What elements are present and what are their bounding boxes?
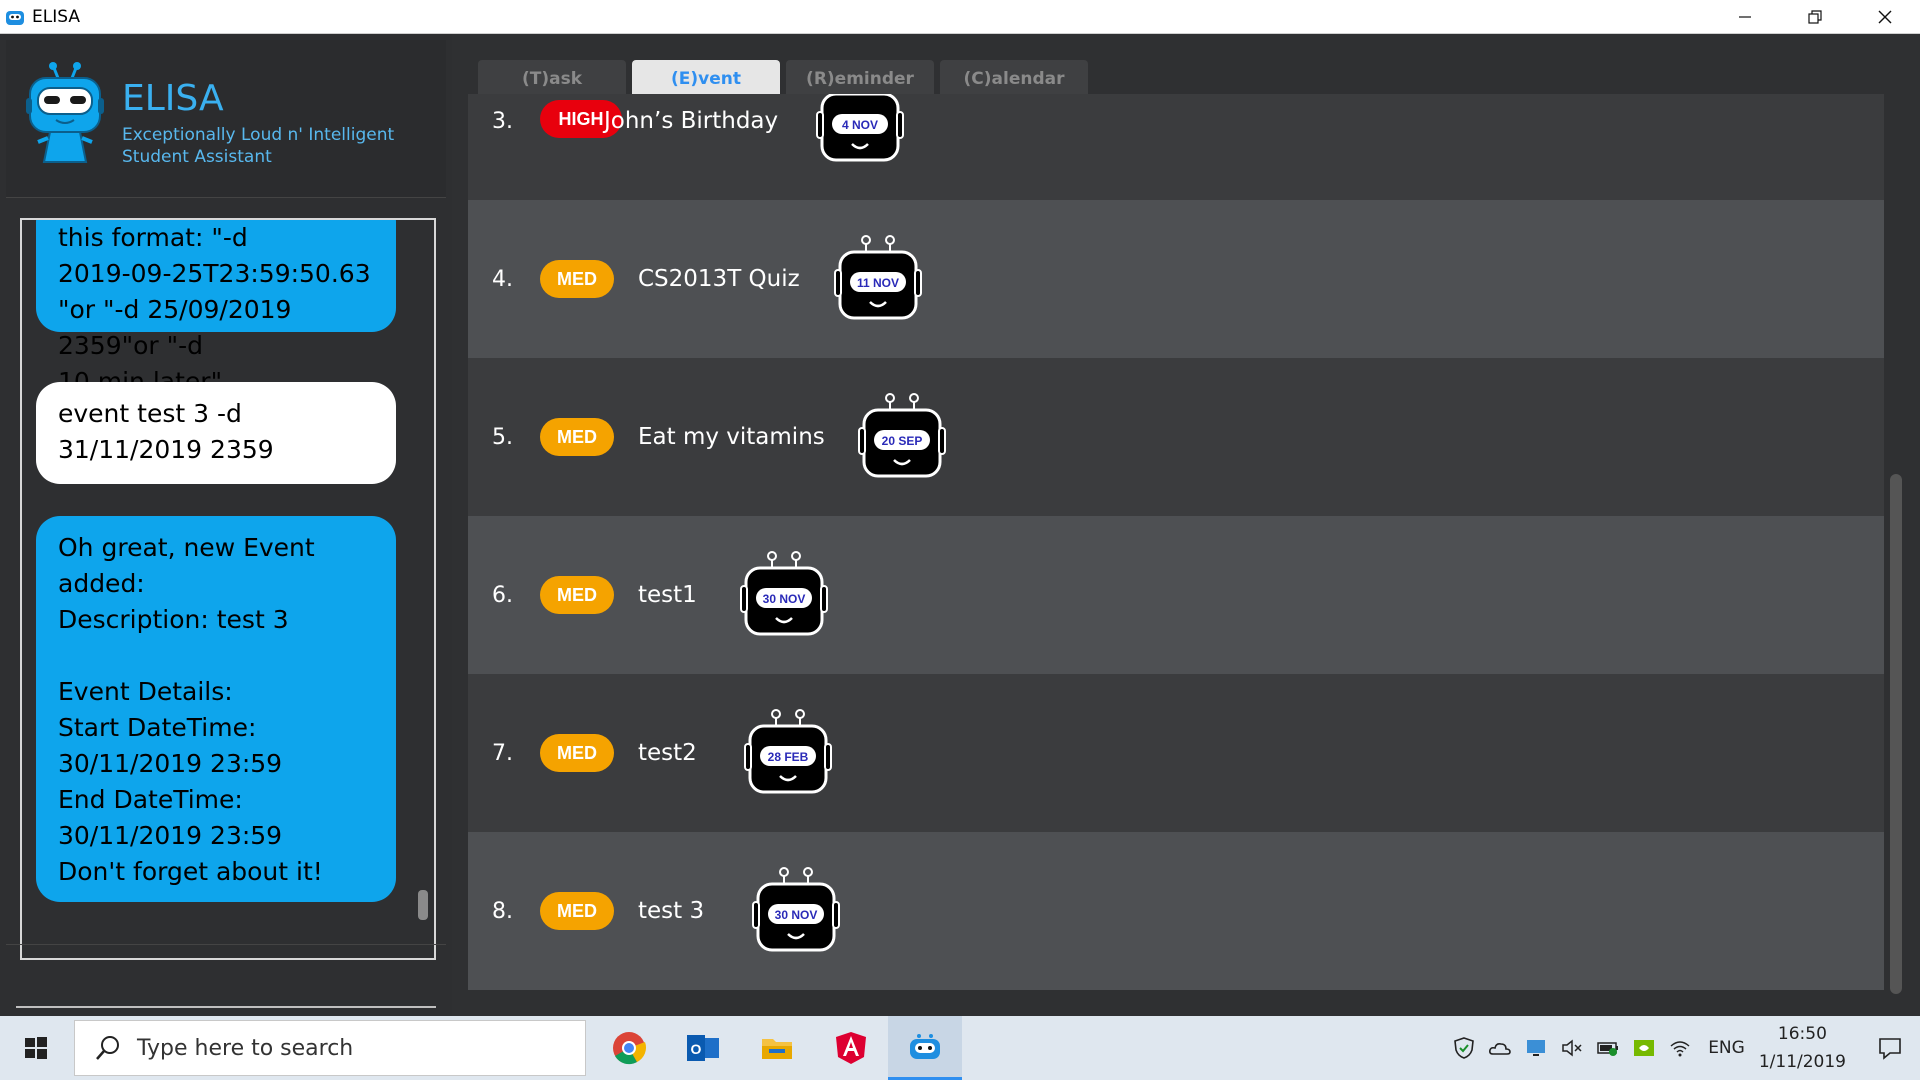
priority-badge: MED: [540, 260, 614, 298]
restore-icon: [1808, 10, 1822, 24]
wifi-icon[interactable]: [1667, 1035, 1693, 1061]
event-date: 11 NOV: [857, 276, 899, 290]
event-index: 7.: [492, 740, 513, 766]
close-icon: [1878, 10, 1892, 24]
minimize-icon: [1739, 16, 1751, 18]
event-index: 5.: [492, 424, 513, 450]
chat-panel[interactable]: this format: "-d 2019-09-25T23:59:50.63 …: [20, 218, 436, 960]
taskbar-app-elisa[interactable]: [888, 1016, 962, 1080]
onedrive-icon[interactable]: [1487, 1035, 1513, 1061]
event-date: 28 FEB: [768, 750, 809, 764]
event-index: 6.: [492, 582, 513, 608]
event-description: Eat my vitamins: [638, 424, 825, 450]
brand-subtitle: Exceptionally Loud n' Intelligent Studen…: [122, 125, 395, 167]
event-date: 30 NOV: [763, 592, 806, 606]
search-icon: [96, 1036, 119, 1060]
event-index: 8.: [492, 898, 513, 924]
clock-date: 1/11/2019: [1758, 1052, 1846, 1072]
command-input-underline: [16, 1006, 436, 1008]
date-robot-icon: 30 NOV: [748, 862, 844, 958]
priority-badge: MED: [540, 892, 614, 930]
search-placeholder: Type here to search: [137, 1035, 354, 1061]
nvidia-icon[interactable]: [1631, 1035, 1657, 1061]
tab-task[interactable]: (T)ask: [478, 60, 626, 98]
elisa-message: Oh great, new Event added: Description: …: [36, 516, 396, 902]
event-date: 4 NOV: [842, 118, 878, 132]
date-robot-icon: 11 NOV: [830, 230, 926, 326]
list-item[interactable]: 6. MED test1 30 NOV: [468, 516, 1884, 674]
system-tray: ENG 16:50 1/11/2019: [1446, 1016, 1920, 1080]
list-item[interactable]: 4. MED CS2013T Quiz 11 NOV: [468, 200, 1884, 358]
tab-event[interactable]: (E)vent: [632, 60, 780, 98]
language-indicator[interactable]: ENG: [1708, 1038, 1745, 1058]
close-button[interactable]: [1850, 0, 1920, 34]
brand-header: ELISA Exceptionally Loud n' Intelligent …: [6, 40, 446, 198]
priority-badge: MED: [540, 418, 614, 456]
event-description: test2: [638, 740, 697, 766]
left-panel: ELISA Exceptionally Loud n' Intelligent …: [0, 34, 452, 1016]
volume-muted-icon[interactable]: [1559, 1035, 1585, 1061]
taskbar-app-chrome[interactable]: [592, 1016, 666, 1080]
chat-scrollbar-thumb[interactable]: [418, 890, 428, 920]
taskbar: Type here to search O ENG 16:50 1/11/201…: [0, 1016, 1920, 1080]
angular-icon: [836, 1032, 866, 1064]
list-item[interactable]: 5. MED Eat my vitamins 20 SEP: [468, 358, 1884, 516]
chat-messages: this format: "-d 2019-09-25T23:59:50.63 …: [22, 220, 418, 958]
list-item[interactable]: 7. MED test2 28 FEB: [468, 674, 1884, 832]
list-item[interactable]: 8. MED test 3 30 NOV: [468, 832, 1884, 990]
taskbar-search[interactable]: Type here to search: [74, 1020, 586, 1076]
event-list[interactable]: 3. HIGH John’s Birthday 4 NOV 4. MED CS2…: [468, 94, 1884, 1000]
user-message: event test 3 -d 31/11/2019 2359: [36, 382, 396, 484]
event-list-scrollbar[interactable]: [1884, 94, 1908, 1000]
taskbar-app-angular[interactable]: [814, 1016, 888, 1080]
tab-calendar[interactable]: (C)alendar: [940, 60, 1088, 98]
event-date: 20 SEP: [882, 434, 923, 448]
restore-button[interactable]: [1780, 0, 1850, 34]
elisa-app-icon: [6, 10, 24, 25]
date-robot-icon: 28 FEB: [740, 704, 836, 800]
tab-bar: (T)ask (E)vent (R)eminder (C)alendar: [478, 60, 1094, 98]
outlook-icon: O: [687, 1035, 719, 1061]
priority-badge: MED: [540, 734, 614, 772]
action-center-button[interactable]: [1860, 1016, 1920, 1080]
event-description: test1: [638, 582, 697, 608]
event-index: 3.: [492, 108, 513, 134]
event-index: 4.: [492, 266, 513, 292]
list-item[interactable]: 3. HIGH John’s Birthday 4 NOV: [468, 94, 1884, 200]
file-explorer-icon: [762, 1039, 792, 1059]
elisa-icon: [910, 1033, 940, 1059]
chrome-icon: [613, 1032, 647, 1065]
date-robot-icon: 4 NOV: [812, 94, 908, 168]
event-date: 30 NOV: [775, 908, 818, 922]
notification-icon: [1879, 1038, 1901, 1060]
svg-text:O: O: [691, 1041, 702, 1057]
brand-name: ELISA: [122, 78, 224, 119]
clock-time: 16:50: [1777, 1024, 1827, 1044]
date-robot-icon: 20 SEP: [854, 388, 950, 484]
window-title: ELISA: [32, 6, 80, 27]
event-description: test 3: [638, 898, 705, 924]
security-shield-icon[interactable]: [1451, 1035, 1477, 1061]
display-icon[interactable]: [1523, 1035, 1549, 1061]
chat-scrollbar[interactable]: [418, 220, 428, 958]
event-list-scrollbar-thumb[interactable]: [1890, 474, 1902, 994]
taskbar-app-file-explorer[interactable]: [740, 1016, 814, 1080]
tab-reminder[interactable]: (R)eminder: [786, 60, 934, 98]
command-input-area[interactable]: [6, 944, 446, 1014]
clock[interactable]: 16:50 1/11/2019: [1759, 1020, 1846, 1076]
start-button[interactable]: [0, 1016, 72, 1080]
elisa-message: this format: "-d 2019-09-25T23:59:50.63 …: [36, 220, 396, 396]
taskbar-app-outlook[interactable]: O: [666, 1016, 740, 1080]
battery-icon[interactable]: [1595, 1035, 1621, 1061]
priority-badge: MED: [540, 576, 614, 614]
event-description: John’s Birthday: [604, 108, 779, 134]
date-robot-icon: 30 NOV: [736, 546, 832, 642]
event-description: CS2013T Quiz: [638, 266, 800, 292]
elisa-robot-logo: [26, 62, 104, 163]
windows-logo-icon: [25, 1037, 47, 1059]
title-bar: ELISA: [0, 0, 1920, 34]
minimize-button[interactable]: [1710, 0, 1780, 34]
right-panel: (T)ask (E)vent (R)eminder (C)alendar 3. …: [452, 34, 1920, 1016]
